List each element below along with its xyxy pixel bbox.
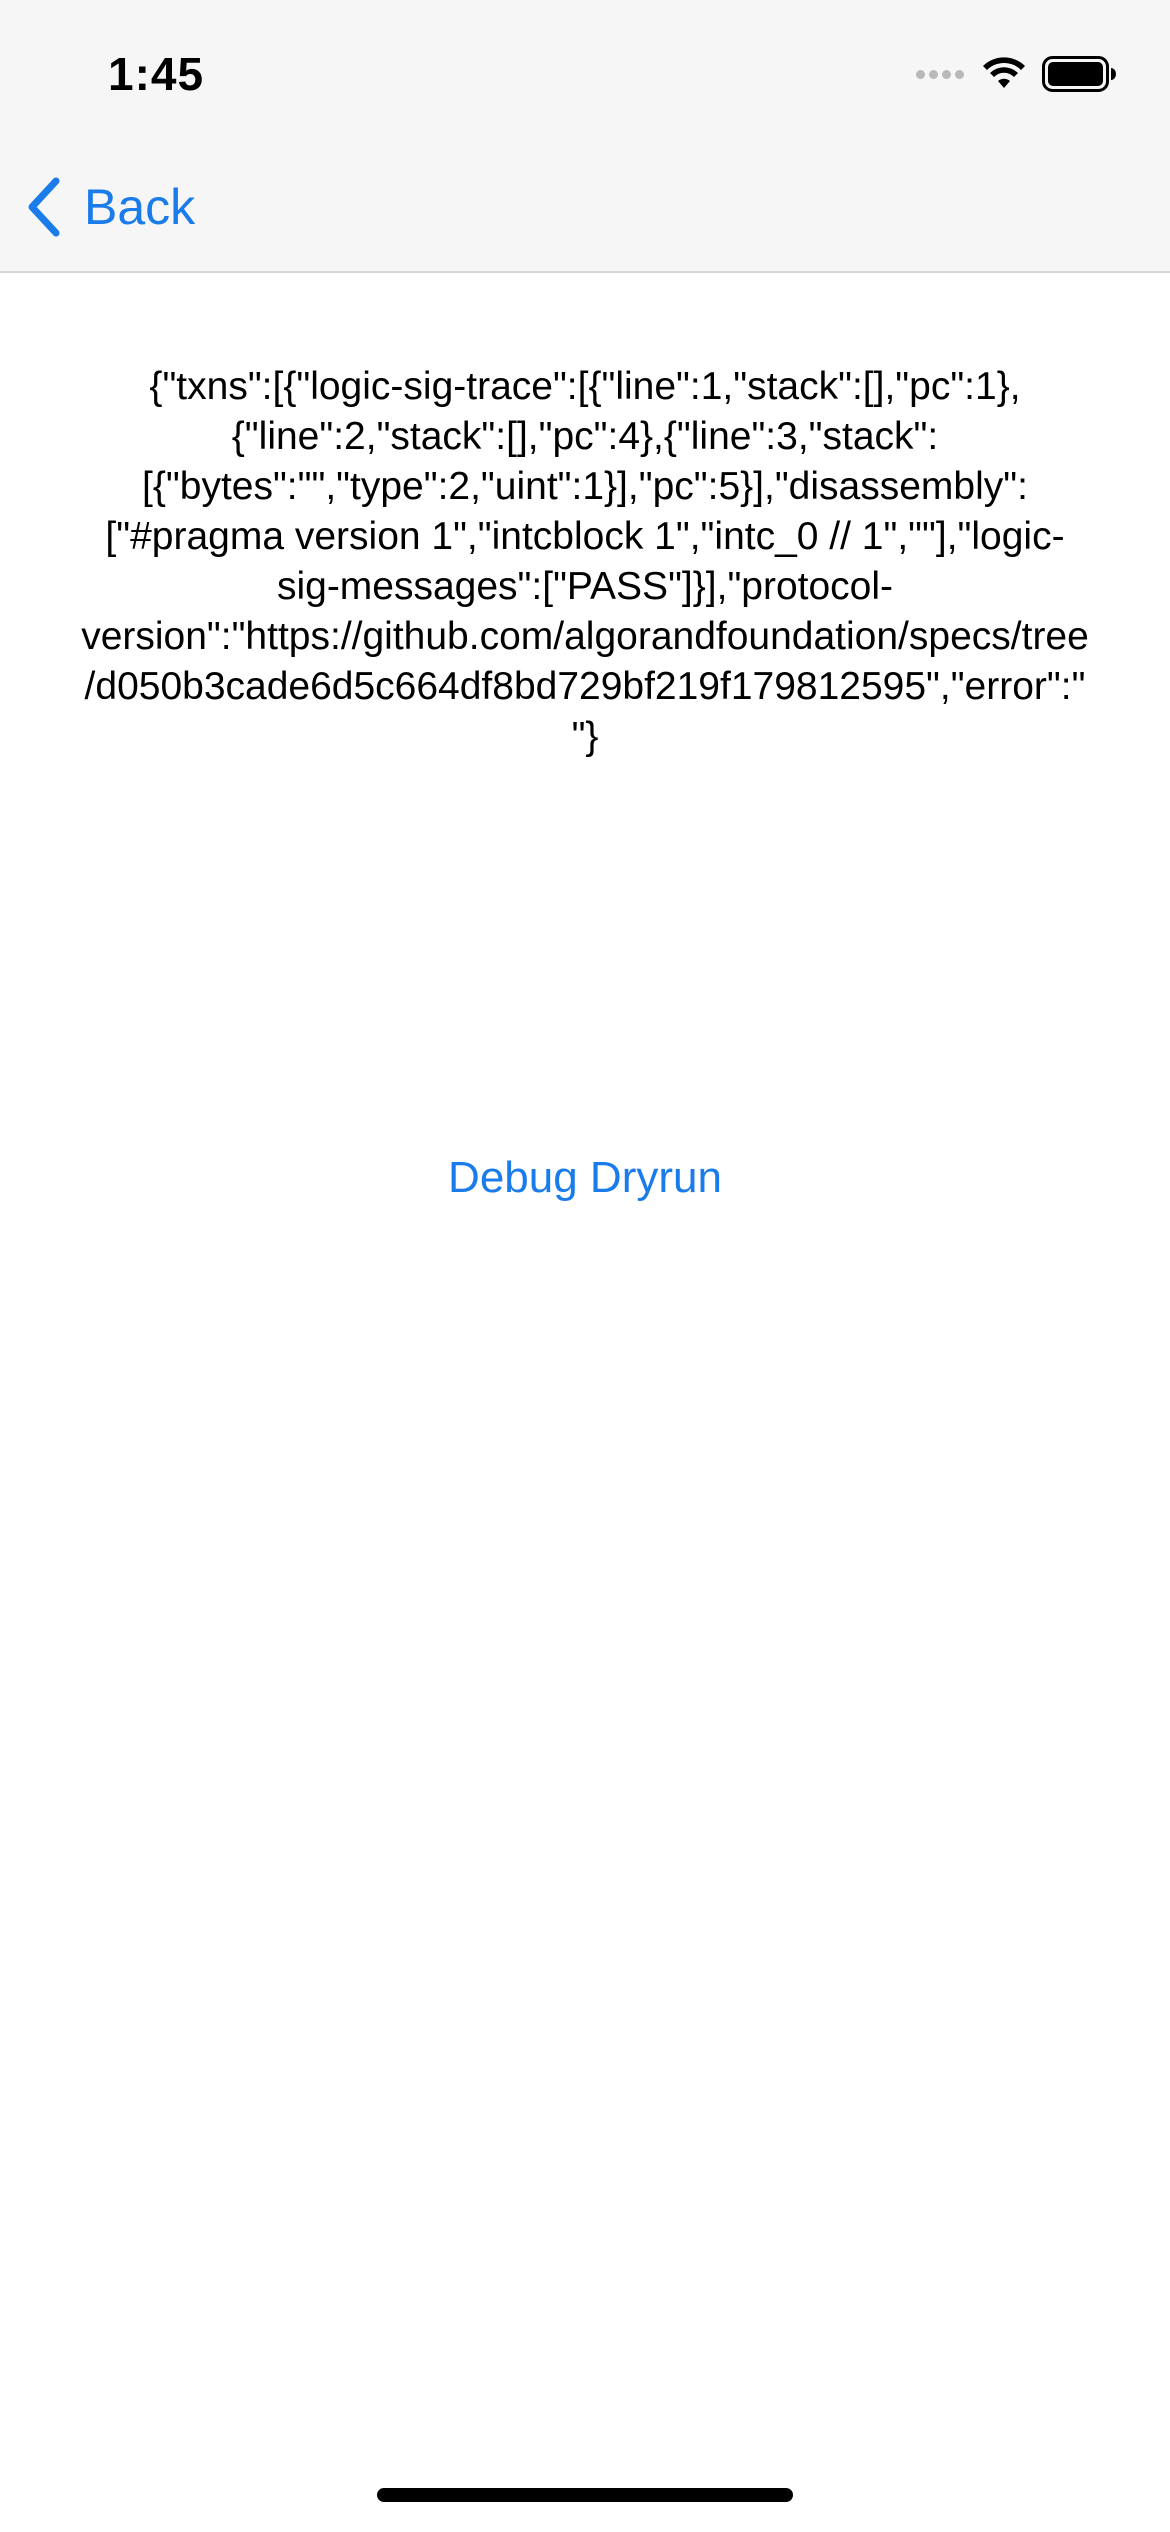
wifi-icon xyxy=(983,57,1025,88)
navigation-bar: 1:45 Back xyxy=(0,0,1170,273)
chevron-left-icon xyxy=(28,177,60,237)
status-time: 1:45 xyxy=(108,48,205,100)
cellular-signal-icon xyxy=(916,69,964,79)
home-indicator[interactable] xyxy=(377,2488,793,2502)
dryrun-result-text: {"txns":[{"logic-sig-trace":[{"line":1,"… xyxy=(81,365,1089,758)
back-button-label: Back xyxy=(84,179,196,235)
debug-dryrun-button[interactable]: Debug Dryrun xyxy=(335,1148,835,1208)
status-icons xyxy=(916,52,1116,96)
battery-icon xyxy=(1042,56,1116,92)
screen: 1:45 Back {"txns":[{"logic-sig-trace":[{… xyxy=(0,0,1170,2532)
back-button[interactable]: Back xyxy=(24,172,195,242)
